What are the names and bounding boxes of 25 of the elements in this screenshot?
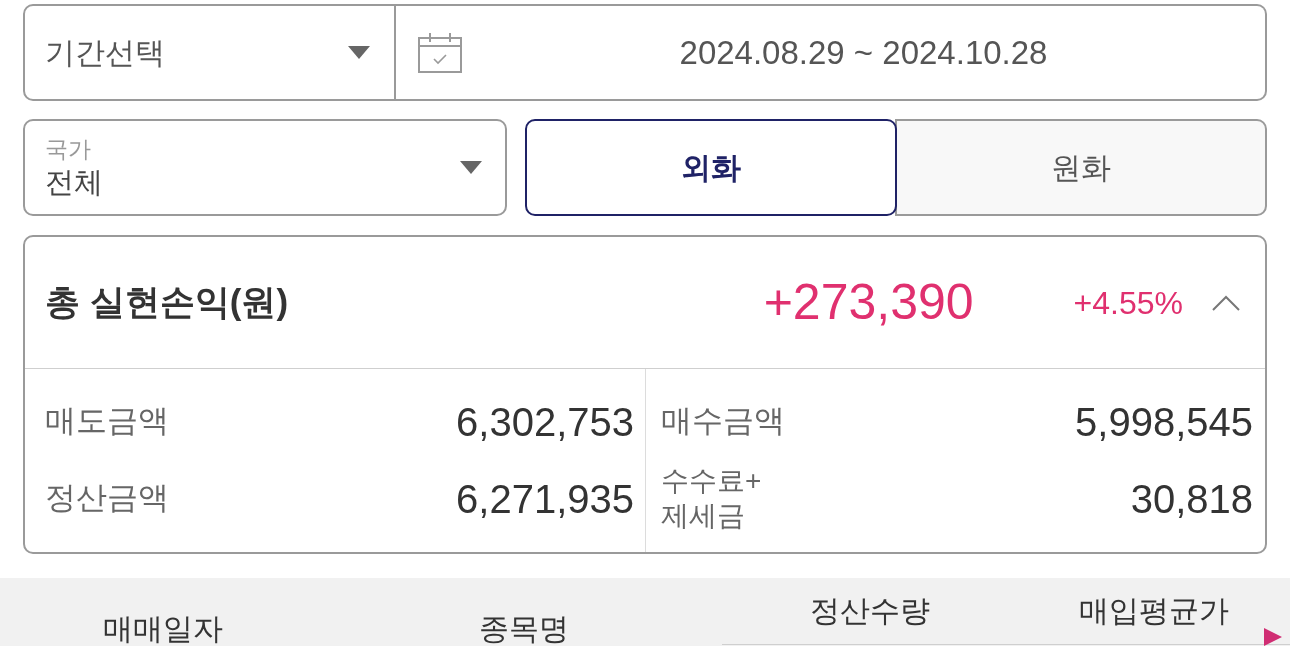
- chevron-up-icon[interactable]: [1212, 294, 1240, 311]
- detail-value: 5,998,545: [1075, 398, 1253, 446]
- profit-amount: +273,390: [763, 273, 974, 332]
- summary-title: 총 실현손익(원): [45, 281, 290, 324]
- detail-label: 매수금액: [661, 402, 785, 441]
- currency-tab[interactable]: 원화: [895, 119, 1267, 216]
- detail-value: 30,818: [1130, 475, 1253, 523]
- column-header: 정산수량: [810, 594, 930, 628]
- caret-down-icon: [348, 46, 370, 59]
- column-header: 매매일자: [103, 612, 223, 646]
- date-range-field[interactable]: 2024.08.29 ~ 2024.10.28: [396, 4, 1267, 101]
- calendar-icon: [418, 32, 462, 73]
- detail-value: 6,271,935: [456, 475, 634, 523]
- period-dropdown[interactable]: 기간선택: [23, 4, 396, 101]
- currency-tab[interactable]: 외화: [525, 119, 897, 216]
- detail-label: 수수료+ 제세금: [661, 464, 762, 533]
- detail-value: 6,302,753: [456, 398, 634, 446]
- column-header: 종목명: [479, 612, 569, 646]
- triangle-right-icon[interactable]: [1264, 628, 1282, 646]
- column-header: 매입평균가: [1079, 594, 1229, 628]
- country-dropdown[interactable]: 국가 전체: [23, 119, 507, 216]
- detail-label: 정산금액: [45, 479, 169, 518]
- caret-down-icon: [460, 161, 482, 174]
- profit-rate: +4.55%: [1073, 283, 1183, 323]
- detail-label: 매도금액: [45, 402, 169, 441]
